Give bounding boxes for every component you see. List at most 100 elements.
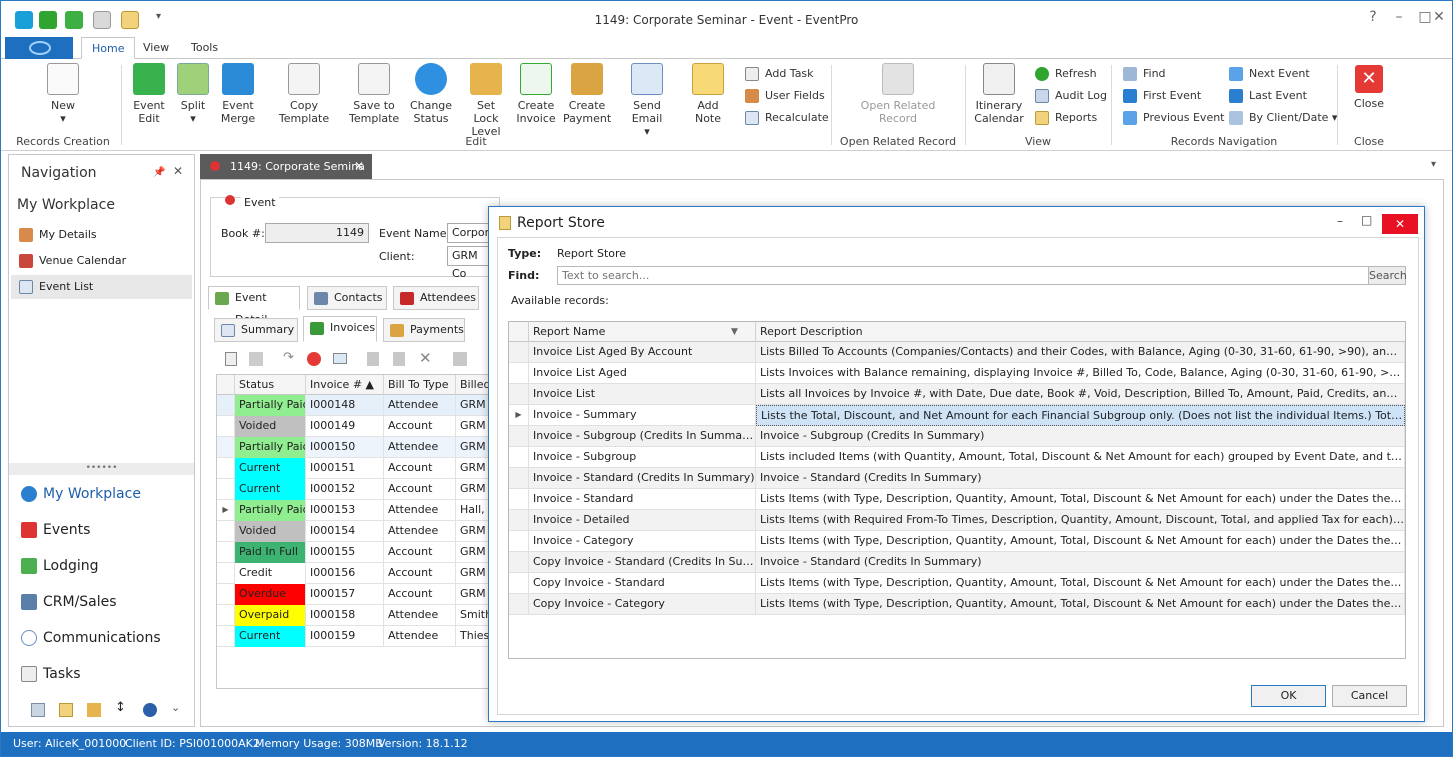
report-row[interactable]: ▶ Invoice - Summary Lists the Total, Disco… — [509, 405, 1405, 426]
tab-event-detail[interactable]: Event Detail — [208, 286, 300, 326]
dialog-minimize-icon[interactable]: – — [1337, 214, 1343, 228]
split-button[interactable]: Split ▾ — [175, 63, 211, 125]
table-row[interactable]: CurrentI000151AccountGRM C — [217, 458, 490, 479]
row-indicator[interactable] — [509, 552, 529, 573]
create-invoice-button[interactable]: Create Invoice — [515, 63, 557, 125]
user-fields-button[interactable]: User Fields — [745, 87, 825, 105]
save-to-template-button[interactable]: Save to Template — [349, 63, 399, 125]
client-field[interactable]: GRM Co — [447, 246, 491, 280]
row-indicator[interactable] — [509, 426, 529, 447]
report-row[interactable]: Invoice - Subgroup Lists included Items (… — [509, 447, 1405, 468]
column-header-report-name[interactable]: Report Name ▼ — [529, 322, 756, 342]
clipboard-icon[interactable] — [59, 703, 73, 717]
set-lock-level-button[interactable]: Set Lock Level — [463, 63, 509, 138]
nav-item-event-list[interactable]: Event List — [11, 275, 192, 299]
report-row[interactable]: Invoice List Aged By Account Lists Billed… — [509, 342, 1405, 363]
refresh-button[interactable]: Refresh — [1035, 65, 1097, 83]
table-row[interactable]: CurrentI000159AttendeeThiess — [217, 626, 490, 647]
table-row[interactable]: OverdueI000157AccountGRM C — [217, 584, 490, 605]
report-row[interactable]: Invoice List Aged Lists Invoices with Bal… — [509, 363, 1405, 384]
row-indicator[interactable] — [509, 342, 529, 363]
table-row[interactable]: ▶Partially PaidI000153AttendeeHall, F — [217, 500, 490, 521]
audit-log-button[interactable]: Audit Log — [1035, 87, 1107, 105]
add-task-button[interactable]: Add Task — [745, 65, 814, 83]
module-my-workplace[interactable]: My Workplace — [11, 479, 192, 509]
tab-view[interactable]: View — [133, 37, 179, 59]
by-client-date-button[interactable]: By Client/Date ▾ — [1229, 109, 1337, 127]
column-header-bill-to-type[interactable]: Bill To Type — [384, 375, 456, 395]
document-tab[interactable]: 1149: Corporate Semina ✕ — [200, 154, 372, 179]
cancel-button[interactable]: Cancel — [1332, 685, 1407, 707]
paste-icon[interactable] — [367, 352, 379, 366]
recalculate-button[interactable]: Recalculate — [745, 109, 829, 127]
itinerary-calendar-button[interactable]: Itinerary Calendar — [973, 63, 1025, 125]
table-row[interactable]: VoidedI000149AccountGRM C — [217, 416, 490, 437]
row-indicator[interactable] — [509, 573, 529, 594]
row-indicator[interactable] — [509, 468, 529, 489]
close-pane-icon[interactable]: ✕ — [173, 164, 183, 178]
table-row[interactable]: CurrentI000152AccountGRM C — [217, 479, 490, 500]
row-indicator[interactable]: ▶ — [217, 500, 235, 521]
column-header-invoice[interactable]: Invoice # ▲ — [306, 375, 384, 395]
row-indicator[interactable] — [217, 542, 235, 563]
chevron-down-icon[interactable]: ⌄ — [171, 701, 180, 714]
row-indicator[interactable] — [217, 584, 235, 605]
print-icon[interactable] — [453, 352, 467, 366]
dialog-maximize-icon[interactable]: □ — [1361, 213, 1372, 227]
report-row[interactable]: Copy Invoice - Standard Lists Items (with… — [509, 573, 1405, 594]
report-row[interactable]: Invoice - Subgroup (Credits In Summary) I… — [509, 426, 1405, 447]
splitter-handle[interactable]: •••••• — [9, 463, 194, 475]
globe-icon[interactable] — [143, 703, 157, 717]
new-button[interactable]: New ▾ — [41, 63, 85, 125]
row-indicator[interactable] — [217, 563, 235, 584]
tab-home[interactable]: Home — [81, 37, 136, 59]
report-row[interactable]: Invoice - Standard Lists Items (with Type… — [509, 489, 1405, 510]
nav-item-venue-calendar[interactable]: Venue Calendar — [11, 249, 192, 273]
column-header-billed[interactable]: Billed — [456, 375, 490, 395]
reports-button[interactable]: Reports — [1035, 109, 1097, 127]
tab-summary[interactable]: Summary — [214, 318, 298, 342]
row-indicator[interactable] — [509, 594, 529, 615]
tab-tools[interactable]: Tools — [181, 37, 228, 59]
close-window-icon[interactable]: ✕ — [1429, 9, 1449, 29]
table-row[interactable]: Overpaid I000158 Attendee Smith — [217, 605, 490, 626]
first-event-button[interactable]: First Event — [1123, 87, 1201, 105]
row-indicator[interactable] — [217, 416, 235, 437]
table-row[interactable]: Partially PaidI000148AttendeeGRM C — [217, 395, 490, 416]
find-button[interactable]: Find — [1123, 65, 1166, 83]
event-name-field[interactable]: Corporat — [447, 223, 500, 243]
close-button[interactable]: ✕ Close — [1349, 63, 1389, 110]
row-indicator[interactable] — [509, 510, 529, 531]
minimize-icon[interactable]: – — [1389, 9, 1409, 29]
table-row[interactable]: CreditI000156AccountGRM C — [217, 563, 490, 584]
void-icon[interactable] — [307, 352, 321, 366]
report-row[interactable]: Invoice - Standard (Credits In Summary) I… — [509, 468, 1405, 489]
table-row[interactable]: VoidedI000154AttendeeGRM C — [217, 521, 490, 542]
search-button[interactable]: Search — [1368, 266, 1407, 285]
row-indicator[interactable] — [509, 489, 529, 510]
tab-contacts[interactable]: Contacts — [307, 286, 387, 310]
module-lodging[interactable]: Lodging — [11, 551, 192, 581]
application-menu-button[interactable] — [5, 37, 73, 59]
dialog-close-button[interactable]: ✕ — [1382, 214, 1418, 234]
search-input[interactable] — [557, 266, 1369, 285]
lock-icon[interactable] — [87, 703, 101, 717]
book-number-field[interactable]: 1149 — [265, 223, 369, 243]
row-indicator[interactable] — [509, 531, 529, 552]
event-edit-button[interactable]: Event Edit — [129, 63, 169, 125]
ok-button[interactable]: OK — [1251, 685, 1326, 707]
row-indicator[interactable] — [509, 384, 529, 405]
new-record-icon[interactable] — [225, 352, 237, 366]
sort-arrows-icon[interactable]: ↕ — [115, 700, 126, 715]
report-row[interactable]: Invoice - Detailed Lists Items (with Requ… — [509, 510, 1405, 531]
filter-dropdown-icon[interactable]: ▼ — [731, 322, 738, 342]
send-email-button[interactable]: Send Email ▾ — [617, 63, 677, 138]
row-indicator[interactable] — [217, 437, 235, 458]
module-crm-sales[interactable]: CRM/Sales — [11, 587, 192, 617]
envelope-icon[interactable] — [333, 353, 347, 364]
pin-icon[interactable]: 📌 — [153, 167, 165, 178]
row-indicator[interactable] — [217, 479, 235, 500]
report-row[interactable]: Invoice - Category Lists Items (with Type… — [509, 531, 1405, 552]
calculator-icon[interactable] — [31, 703, 45, 717]
module-events[interactable]: Events — [11, 515, 192, 545]
